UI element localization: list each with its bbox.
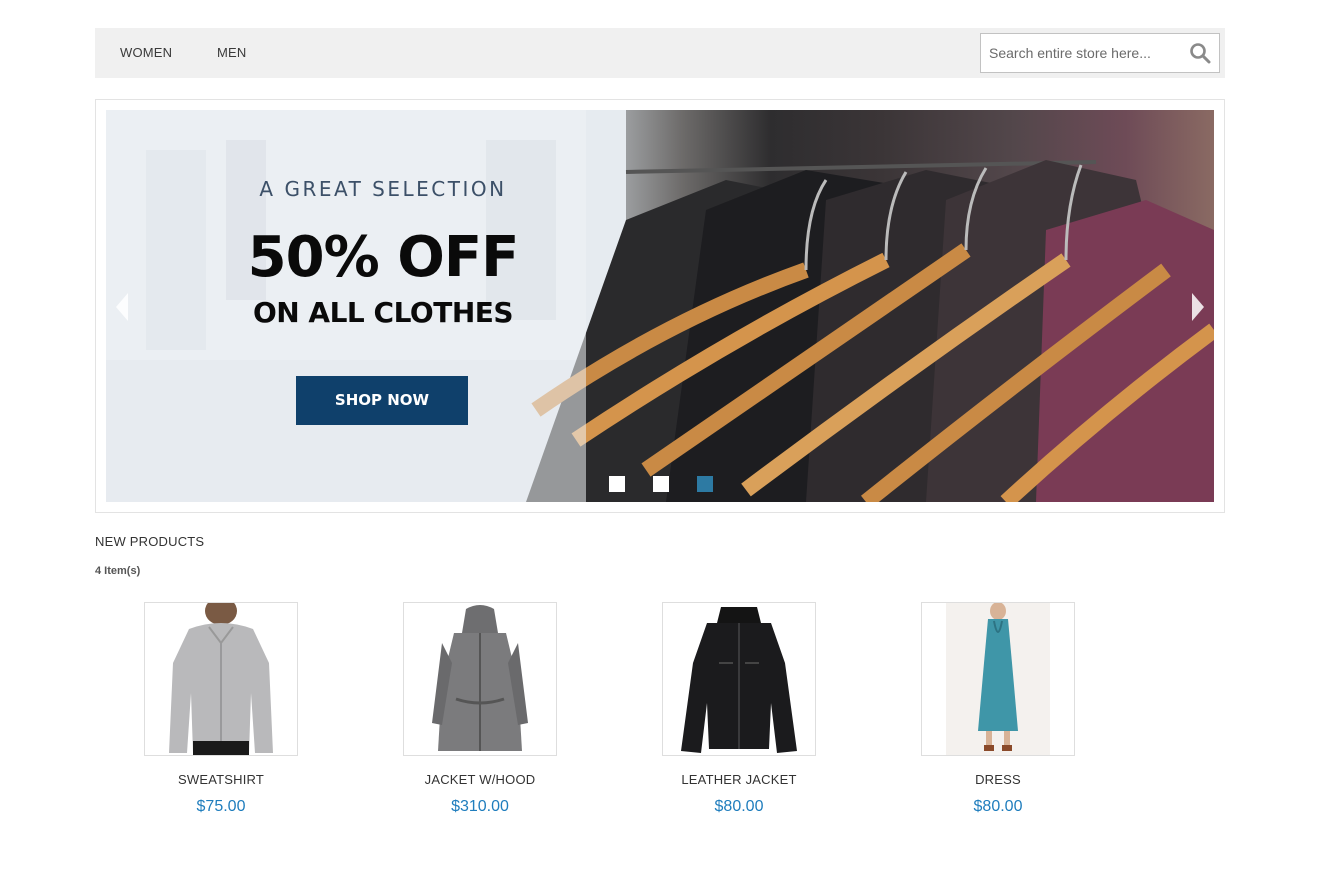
product-name[interactable]: JACKET W/HOOD <box>373 772 587 787</box>
product-price: $80.00 <box>973 798 1023 815</box>
product-image[interactable] <box>921 602 1075 756</box>
product-price: $310.00 <box>451 798 509 815</box>
nav-item-men[interactable]: MEN <box>217 45 247 60</box>
hero-slide[interactable]: A GREAT SELECTION 50% OFF ON ALL CLOTHES… <box>106 110 1214 502</box>
hooded-jacket-image <box>404 603 556 755</box>
product-name[interactable]: SWEATSHIRT <box>114 772 328 787</box>
product-price: $80.00 <box>714 798 764 815</box>
product-name[interactable]: LEATHER JACKET <box>632 772 846 787</box>
product-name[interactable]: DRESS <box>891 772 1105 787</box>
search-icon[interactable] <box>1189 42 1211 64</box>
leather-jacket-image <box>663 603 815 755</box>
section-title: NEW PRODUCTS <box>95 534 205 549</box>
sweatshirt-image <box>145 603 297 755</box>
chevron-left-icon[interactable] <box>112 290 132 324</box>
product-image[interactable] <box>144 602 298 756</box>
hero-headline: 50% OFF <box>247 225 520 290</box>
slider-dot-3[interactable] <box>697 476 713 492</box>
nav-item-women[interactable]: WOMEN <box>120 45 172 60</box>
slider-pagination <box>609 476 719 492</box>
shop-now-button[interactable]: SHOP NOW <box>296 376 468 425</box>
store-homepage: WOMEN MEN Search entire store here... A … <box>0 0 1320 877</box>
product-price: $75.00 <box>196 798 246 815</box>
chevron-right-icon[interactable] <box>1188 290 1208 324</box>
dress-image <box>922 603 1074 755</box>
top-navigation-bar: WOMEN MEN <box>95 28 1225 78</box>
product-image[interactable] <box>403 602 557 756</box>
search-box <box>980 33 1220 73</box>
slider-dot-1[interactable] <box>609 476 625 492</box>
slider-dot-2[interactable] <box>653 476 669 492</box>
hero-subline: ON ALL CLOTHES <box>252 296 514 329</box>
items-count: 4 Item(s) <box>95 565 141 577</box>
hero-slider: A GREAT SELECTION 50% OFF ON ALL CLOTHES… <box>95 99 1225 513</box>
hero-kicker-text: A GREAT SELECTION <box>259 177 507 201</box>
product-image[interactable] <box>662 602 816 756</box>
search-input[interactable] <box>981 34 1181 72</box>
